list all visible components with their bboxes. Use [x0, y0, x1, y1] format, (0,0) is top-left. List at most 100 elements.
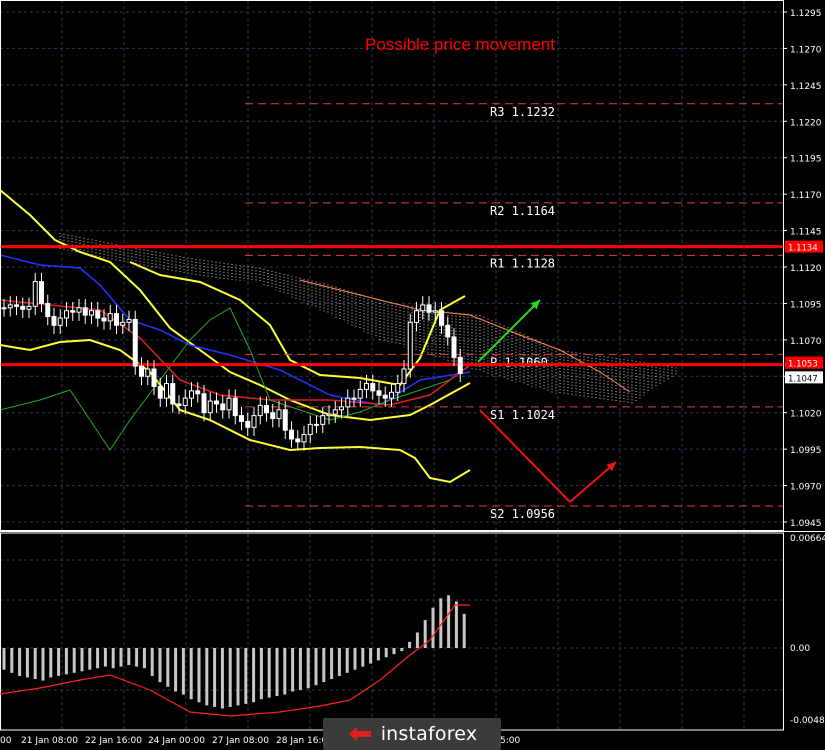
macd-histogram-bar	[119, 648, 123, 667]
candle-body	[107, 313, 113, 322]
candle-body	[89, 310, 94, 316]
candle-body	[239, 415, 244, 422]
pivot-label-r2: R2 1.1164	[490, 204, 555, 218]
candle-body	[164, 383, 169, 399]
macd-histogram-bar	[337, 648, 341, 676]
price-axis-label: 1.1195	[790, 155, 822, 165]
candle-body	[395, 383, 401, 393]
candle-body	[457, 356, 463, 374]
macd-histogram-bar	[189, 648, 193, 700]
macd-histogram-bar	[166, 648, 170, 687]
candle-body	[57, 317, 63, 326]
macd-histogram-bar	[384, 648, 388, 658]
macd-histogram-bar	[197, 648, 201, 703]
macd-histogram-bar	[369, 648, 373, 664]
macd-histogram-bar	[400, 648, 404, 652]
bollinger-upper	[129, 261, 466, 387]
watermark-text: instaforex	[380, 723, 478, 745]
kijun-line	[0, 254, 471, 406]
pivot-label-r3: R3 1.1232	[490, 105, 555, 119]
rsi-line	[0, 307, 451, 451]
macd-histogram-bar	[462, 613, 466, 648]
price-axis-label: 1.1170	[790, 191, 822, 201]
macd-histogram-bar	[10, 648, 14, 673]
candle-body	[376, 390, 382, 396]
candle-body	[320, 415, 326, 425]
macd-histogram-bar	[158, 648, 162, 683]
chart-canvas: R3 1.1232 R2 1.1164 R1 1.1128 P 1.1060 S1 1.…	[0, 0, 825, 746]
chart-title: Possible price movement	[365, 35, 555, 54]
forecast-arrows	[477, 299, 617, 503]
macd-histogram-bar	[80, 648, 84, 672]
macd-histogram-bar	[103, 648, 107, 667]
macd-histogram-bar	[345, 648, 349, 673]
candle-body	[45, 302, 51, 318]
time-axis-label: 21 Jan 08:00	[21, 736, 78, 746]
candle-body	[64, 310, 69, 319]
candle-body	[351, 397, 357, 400]
candle-body	[364, 383, 369, 390]
candle-body	[276, 409, 282, 420]
indicator-lines	[0, 189, 631, 484]
macd-histogram-bar	[33, 648, 37, 680]
macd-histogram-bar	[142, 648, 146, 669]
candle-body	[407, 321, 413, 370]
macd-histogram-bar	[376, 648, 380, 661]
macd-panel	[0, 595, 470, 717]
macd-histogram-bar	[228, 648, 232, 707]
macd-histogram-bar	[298, 648, 302, 690]
macd-histogram-bar	[283, 648, 287, 695]
candle-body	[182, 397, 188, 406]
pivot-label-s1: S1 1.1024	[490, 408, 555, 422]
candle-body	[101, 317, 107, 322]
candle-body	[151, 368, 157, 387]
macd-axis-label: -0.00481	[790, 716, 825, 726]
pivot-label-p: P 1.1060	[490, 355, 548, 369]
candle-body	[432, 310, 438, 313]
price-axis-label: 1.0970	[790, 483, 822, 493]
macd-histogram-bar	[275, 648, 279, 697]
macd-histogram-bar	[49, 648, 53, 678]
candle-body	[426, 304, 432, 313]
price-axis-label: 1.1070	[790, 337, 822, 347]
candle-body	[170, 383, 176, 405]
macd-histogram-bar	[408, 641, 412, 648]
macd-histogram-bar	[259, 648, 263, 700]
candle-body	[445, 324, 451, 338]
candle-body	[232, 397, 238, 417]
candle-body	[382, 394, 388, 399]
macd-histogram-bar	[72, 648, 76, 673]
candle-body	[26, 305, 32, 310]
candle-body	[282, 409, 288, 431]
macd-histogram-bar	[252, 648, 256, 703]
candle-body	[195, 390, 201, 395]
macd-histogram-bar	[213, 648, 217, 707]
macd-axis-label: 0.00664	[790, 534, 825, 544]
candle-body	[420, 304, 426, 312]
candle-body	[157, 385, 163, 399]
macd-histogram-bar	[25, 648, 29, 678]
macd-histogram-bar	[322, 648, 326, 683]
forecast-arrow-rebound	[569, 461, 617, 503]
macd-axis-label: 0.00	[790, 644, 810, 654]
candle-body	[76, 307, 82, 313]
forecast-arrow-up	[477, 299, 541, 363]
candlesticks	[1, 272, 463, 451]
macd-histogram-bar	[88, 648, 92, 670]
macd-histogram-bar	[454, 601, 458, 648]
macd-signal-line	[0, 604, 470, 717]
macd-histogram-bar	[150, 648, 154, 676]
candle-body	[70, 310, 76, 313]
candle-body	[126, 318, 132, 323]
candle-body	[451, 336, 457, 358]
macd-panel-frame	[0, 532, 784, 731]
candle-body	[257, 404, 263, 417]
pivot-label-r1: R1 1.1128	[490, 256, 555, 270]
macd-histogram-bar	[267, 648, 271, 698]
price-axis-label: 1.1095	[790, 300, 822, 310]
macd-histogram-bar	[431, 607, 435, 648]
candle-body	[145, 368, 151, 377]
candle-body	[201, 393, 207, 414]
candle-body	[95, 310, 101, 319]
candle-body	[226, 397, 232, 411]
